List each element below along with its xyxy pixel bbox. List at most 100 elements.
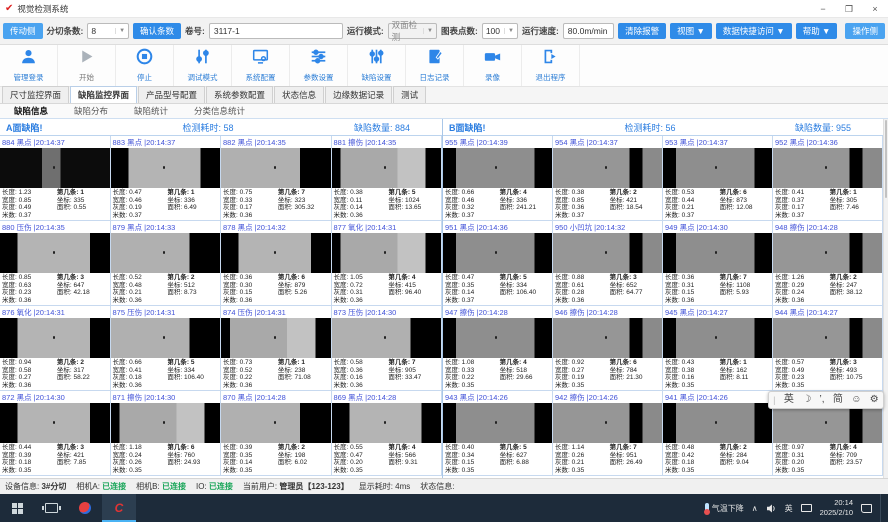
defect-cell[interactable]: 949 黑点 |20:14:30 长度: 0.36 宽度: 0.31 灰度: 0… — [663, 221, 773, 306]
ime-language-button[interactable]: 英 — [784, 395, 794, 405]
defect-image[interactable] — [111, 403, 221, 443]
slit-count-select[interactable]: 8▼ — [87, 23, 129, 39]
defect-cell[interactable]: 872 黑点 |20:14:30 长度: 0.44 宽度: 0.39 灰度: 0… — [0, 391, 111, 476]
defect-image[interactable] — [553, 403, 662, 443]
defect-cell[interactable]: 941 黑点 |20:14:26 长度: 0.48 宽度: 0.42 灰度: 0… — [663, 391, 773, 476]
defect-cell[interactable]: 946 擦伤 |20:14:28 长度: 0.92 宽度: 0.27 灰度: 0… — [553, 306, 663, 391]
defect-image[interactable] — [443, 233, 552, 273]
defect-cell[interactable]: 951 黑点 |20:14:36 长度: 0.47 宽度: 0.35 灰度: 0… — [443, 221, 553, 306]
defect-image[interactable] — [221, 318, 331, 358]
defect-image[interactable] — [553, 233, 662, 273]
defect-image[interactable] — [553, 318, 662, 358]
task-view-button[interactable] — [34, 494, 68, 522]
defect-cell[interactable]: 955 黑点 |20:14:39 长度: 0.66 宽度: 0.46 灰度: 0… — [443, 136, 553, 221]
action-center-icon[interactable] — [861, 504, 872, 513]
defect-cell[interactable]: 950 小凹坑 |20:14:32 长度: 0.88 宽度: 0.61 灰度: … — [553, 221, 663, 306]
ime-fullwidth-moon-icon[interactable]: ☽ — [802, 395, 811, 405]
vertical-scrollbar[interactable] — [883, 119, 888, 478]
tray-expand-button[interactable]: ∧ — [752, 504, 758, 513]
defect-cell[interactable]: 945 黑点 |20:14:27 长度: 0.43 宽度: 0.38 灰度: 0… — [663, 306, 773, 391]
defect-image[interactable] — [663, 403, 772, 443]
defect-cell[interactable]: 870 黑点 |20:14:28 长度: 0.39 宽度: 0.35 灰度: 0… — [221, 391, 332, 476]
defect-image[interactable] — [663, 318, 772, 358]
chart-points-select[interactable]: 100▼ — [482, 23, 518, 39]
subtab-class-info-statistics[interactable]: 分类信息统计 — [194, 105, 245, 117]
tab-status-info[interactable]: 状态信息 — [274, 86, 324, 103]
defect-cell[interactable]: 948 擦伤 |20:14:28 长度: 1.26 宽度: 0.29 灰度: 0… — [773, 221, 883, 306]
subtab-defect-statistics[interactable]: 缺陷统计 — [134, 105, 168, 117]
defect-cell[interactable]: 874 压伤 |20:14:31 长度: 0.73 宽度: 0.52 灰度: 0… — [221, 306, 332, 391]
defect-image[interactable] — [443, 403, 552, 443]
clear-alarm-button[interactable]: 清除报警 — [618, 23, 666, 39]
system-config-button[interactable]: 系统配置 — [232, 45, 290, 86]
view-menu-button[interactable]: 视图 ▼ — [670, 23, 712, 39]
defect-image[interactable] — [443, 148, 552, 188]
admin-login-button[interactable]: 管理登录 — [0, 45, 58, 86]
defect-cell[interactable]: 876 氧化 |20:14:31 长度: 0.94 宽度: 0.58 灰度: 0… — [0, 306, 111, 391]
defect-image[interactable] — [0, 233, 110, 273]
defect-cell[interactable]: 947 擦伤 |20:14:28 长度: 1.08 宽度: 0.33 灰度: 0… — [443, 306, 553, 391]
start-button[interactable]: 开始 — [58, 45, 116, 86]
tab-defect-monitor[interactable]: 缺陷监控界面 — [70, 86, 137, 103]
exit-program-button[interactable]: 退出程序 — [522, 45, 580, 86]
help-menu-button[interactable]: 帮助 ▼ — [796, 23, 838, 39]
close-button[interactable]: × — [862, 0, 888, 18]
confirm-count-button[interactable]: 确认条数 — [133, 23, 181, 39]
defect-cell[interactable]: 873 压伤 |20:14:30 长度: 0.58 宽度: 0.36 灰度: 0… — [332, 306, 443, 391]
defect-image[interactable] — [332, 148, 442, 188]
defect-image[interactable] — [221, 148, 331, 188]
defect-image[interactable] — [663, 233, 772, 273]
defect-cell[interactable]: 871 擦伤 |20:14:30 长度: 1.18 宽度: 0.24 灰度: 0… — [111, 391, 222, 476]
defect-cell[interactable]: 878 黑点 |20:14:32 长度: 0.36 宽度: 0.30 灰度: 0… — [221, 221, 332, 306]
minimize-button[interactable]: − — [810, 0, 836, 18]
data-quick-access-button[interactable]: 数据快捷访问 ▼ — [716, 23, 792, 39]
defect-image[interactable] — [443, 318, 552, 358]
defect-cell[interactable]: 953 黑点 |20:14:37 长度: 0.53 宽度: 0.44 灰度: 0… — [663, 136, 773, 221]
roll-number-input[interactable]: 3117-1 — [209, 23, 343, 39]
defect-image[interactable] — [0, 403, 110, 443]
start-button[interactable] — [0, 494, 34, 522]
defect-cell[interactable]: 877 氧化 |20:14:31 长度: 1.05 宽度: 0.72 灰度: 0… — [332, 221, 443, 306]
defect-image[interactable] — [221, 403, 331, 443]
scrollbar-thumb[interactable] — [885, 120, 887, 198]
tab-test[interactable]: 测试 — [393, 86, 426, 103]
defect-settings-button[interactable]: 缺陷设置 — [348, 45, 406, 86]
defect-cell[interactable]: 943 黑点 |20:14:26 长度: 0.40 宽度: 0.34 灰度: 0… — [443, 391, 553, 476]
defect-image[interactable] — [773, 233, 882, 273]
defect-image[interactable] — [553, 148, 662, 188]
defect-cell[interactable]: 881 擦伤 |20:14:35 长度: 0.38 宽度: 0.11 灰度: 0… — [332, 136, 443, 221]
ime-settings-gear-icon[interactable]: ⚙ — [870, 395, 879, 405]
defect-image[interactable] — [332, 318, 442, 358]
tab-system-param-config[interactable]: 系统参数配置 — [206, 86, 273, 103]
debug-mode-button[interactable]: 调试模式 — [174, 45, 232, 86]
ime-simplified-button[interactable]: 简 — [833, 395, 843, 405]
defect-cell[interactable]: 880 压伤 |20:14:35 长度: 0.85 宽度: 0.63 灰度: 0… — [0, 221, 111, 306]
volume-icon[interactable] — [766, 504, 777, 513]
defect-image[interactable] — [332, 233, 442, 273]
pinned-app-button[interactable] — [68, 494, 102, 522]
subtab-defect-distribution[interactable]: 缺陷分布 — [74, 105, 108, 117]
defect-cell[interactable]: 884 黑点 |20:14:37 长度: 1.23 宽度: 0.85 灰度: 0… — [0, 136, 111, 221]
defect-cell[interactable]: 942 擦伤 |20:14:26 长度: 1.14 宽度: 0.26 灰度: 0… — [553, 391, 663, 476]
defect-image[interactable] — [221, 233, 331, 273]
defect-cell[interactable]: 869 黑点 |20:14:28 长度: 0.55 宽度: 0.47 灰度: 0… — [332, 391, 443, 476]
defect-cell[interactable]: 879 黑点 |20:14:33 长度: 0.52 宽度: 0.48 灰度: 0… — [111, 221, 222, 306]
tab-product-model-config[interactable]: 产品型号配置 — [138, 86, 205, 103]
defect-image[interactable] — [332, 403, 442, 443]
defect-image[interactable] — [663, 148, 772, 188]
defect-cell[interactable]: 882 黑点 |20:14:35 长度: 0.75 宽度: 0.33 灰度: 0… — [221, 136, 332, 221]
weather-tray-item[interactable]: 气温下降 — [705, 503, 744, 514]
subtab-defect-info[interactable]: 缺陷信息 — [14, 105, 48, 117]
defect-image[interactable] — [111, 233, 221, 273]
tab-size-monitor[interactable]: 尺寸监控界面 — [2, 86, 69, 103]
show-desktop-button[interactable] — [880, 494, 884, 522]
ime-indicator[interactable]: 英 — [785, 503, 793, 514]
tab-edge-data-record[interactable]: 边缘数据记录 — [325, 86, 392, 103]
record-video-button[interactable]: 录像 — [464, 45, 522, 86]
parameter-settings-button[interactable]: 参数设置 — [290, 45, 348, 86]
defect-image[interactable] — [773, 148, 882, 188]
defect-cell[interactable]: 954 黑点 |20:14:37 长度: 0.38 宽度: 0.85 灰度: 0… — [553, 136, 663, 221]
defect-cell[interactable]: 875 压伤 |20:14:31 长度: 0.66 宽度: 0.41 灰度: 0… — [111, 306, 222, 391]
defect-image[interactable] — [0, 318, 110, 358]
inspection-app-taskbar-button[interactable]: C — [102, 494, 136, 522]
